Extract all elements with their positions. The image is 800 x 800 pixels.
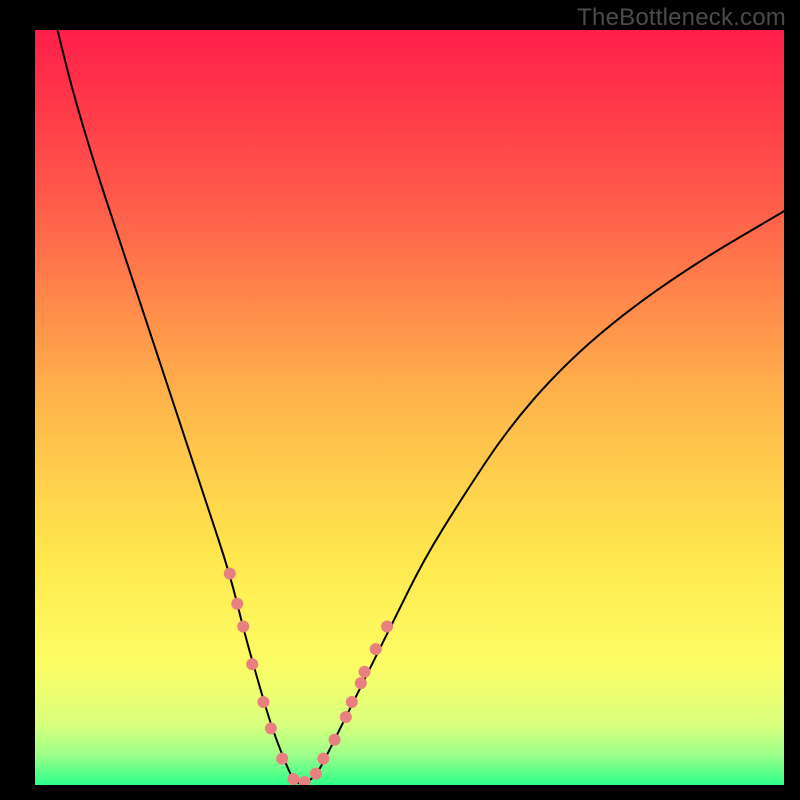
gradient-background: [35, 30, 784, 785]
watermark-text: TheBottleneck.com: [577, 4, 786, 32]
curve-marker: [287, 773, 299, 785]
curve-marker: [231, 598, 243, 610]
curve-marker: [329, 734, 341, 746]
curve-marker: [346, 696, 358, 708]
curve-marker: [257, 696, 269, 708]
chart-svg: [35, 30, 784, 785]
curve-marker: [265, 722, 277, 734]
curve-marker: [246, 658, 258, 670]
curve-marker: [381, 620, 393, 632]
curve-marker: [276, 753, 288, 765]
chart-frame: TheBottleneck.com: [0, 0, 800, 800]
curve-marker: [355, 677, 367, 689]
curve-marker: [370, 643, 382, 655]
curve-marker: [317, 753, 329, 765]
plot-area: [35, 30, 784, 785]
curve-marker: [359, 666, 371, 678]
curve-marker: [310, 768, 322, 780]
curve-marker: [340, 711, 352, 723]
curve-marker: [224, 568, 236, 580]
curve-marker: [237, 620, 249, 632]
